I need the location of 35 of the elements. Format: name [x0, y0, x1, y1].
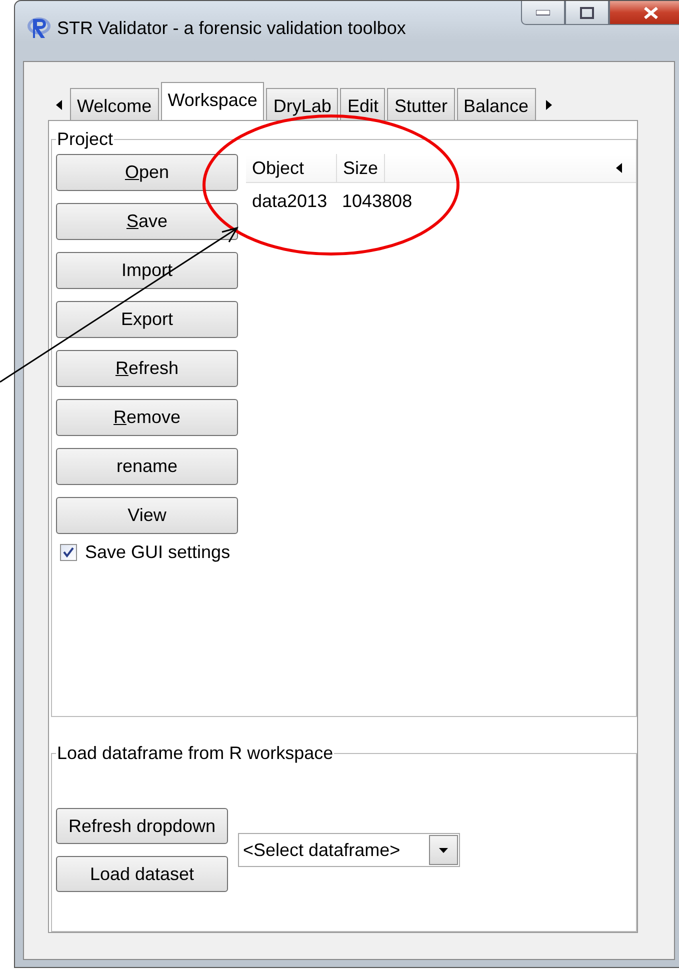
project-button[interactable]: View: [56, 497, 238, 534]
load-button[interactable]: Load dataset: [56, 856, 228, 892]
tab[interactable]: DryLab: [266, 88, 338, 120]
project-button[interactable]: Remove: [56, 399, 238, 436]
r-logo-icon: [27, 16, 51, 40]
close-button[interactable]: [609, 1, 679, 25]
checkbox[interactable]: [60, 544, 77, 561]
tab[interactable]: Stutter: [387, 88, 454, 120]
maximize-icon: [580, 6, 594, 18]
group-title: Project: [56, 129, 114, 150]
project-button[interactable]: Import: [56, 252, 238, 289]
tab[interactable]: Workspace: [160, 82, 264, 120]
load-button[interactable]: Refresh dropdown: [56, 808, 228, 844]
window-title: STR Validator - a forensic validation toolbox: [57, 18, 406, 38]
maximize-button[interactable]: [565, 1, 609, 25]
project-button[interactable]: Save: [56, 203, 238, 240]
minimize-button[interactable]: [521, 1, 565, 25]
dataframe-dropdown[interactable]: <Select dataframe>: [238, 833, 460, 867]
close-icon: [643, 6, 659, 18]
tab[interactable]: Balance: [456, 88, 536, 120]
project-button[interactable]: Export: [56, 301, 238, 338]
save-settings-checkbox[interactable]: Save GUI settings: [60, 542, 238, 563]
project-button[interactable]: Open: [56, 154, 238, 191]
tab[interactable]: Edit: [340, 88, 386, 120]
dropdown-caret-icon[interactable]: [429, 835, 458, 865]
table-cell-text: data2013: [251, 191, 328, 212]
table-cell-text: 1043808: [341, 191, 414, 212]
tab[interactable]: Welcome: [70, 88, 159, 120]
column-header[interactable]: Size: [337, 154, 386, 182]
group-title: Load dataframe from R workspace: [56, 743, 334, 764]
column-header[interactable]: Object: [246, 154, 337, 182]
project-button[interactable]: rename: [56, 448, 238, 485]
scroll-left-icon[interactable]: [616, 163, 622, 173]
minimize-icon: [536, 10, 550, 16]
project-button[interactable]: Refresh: [56, 350, 238, 387]
